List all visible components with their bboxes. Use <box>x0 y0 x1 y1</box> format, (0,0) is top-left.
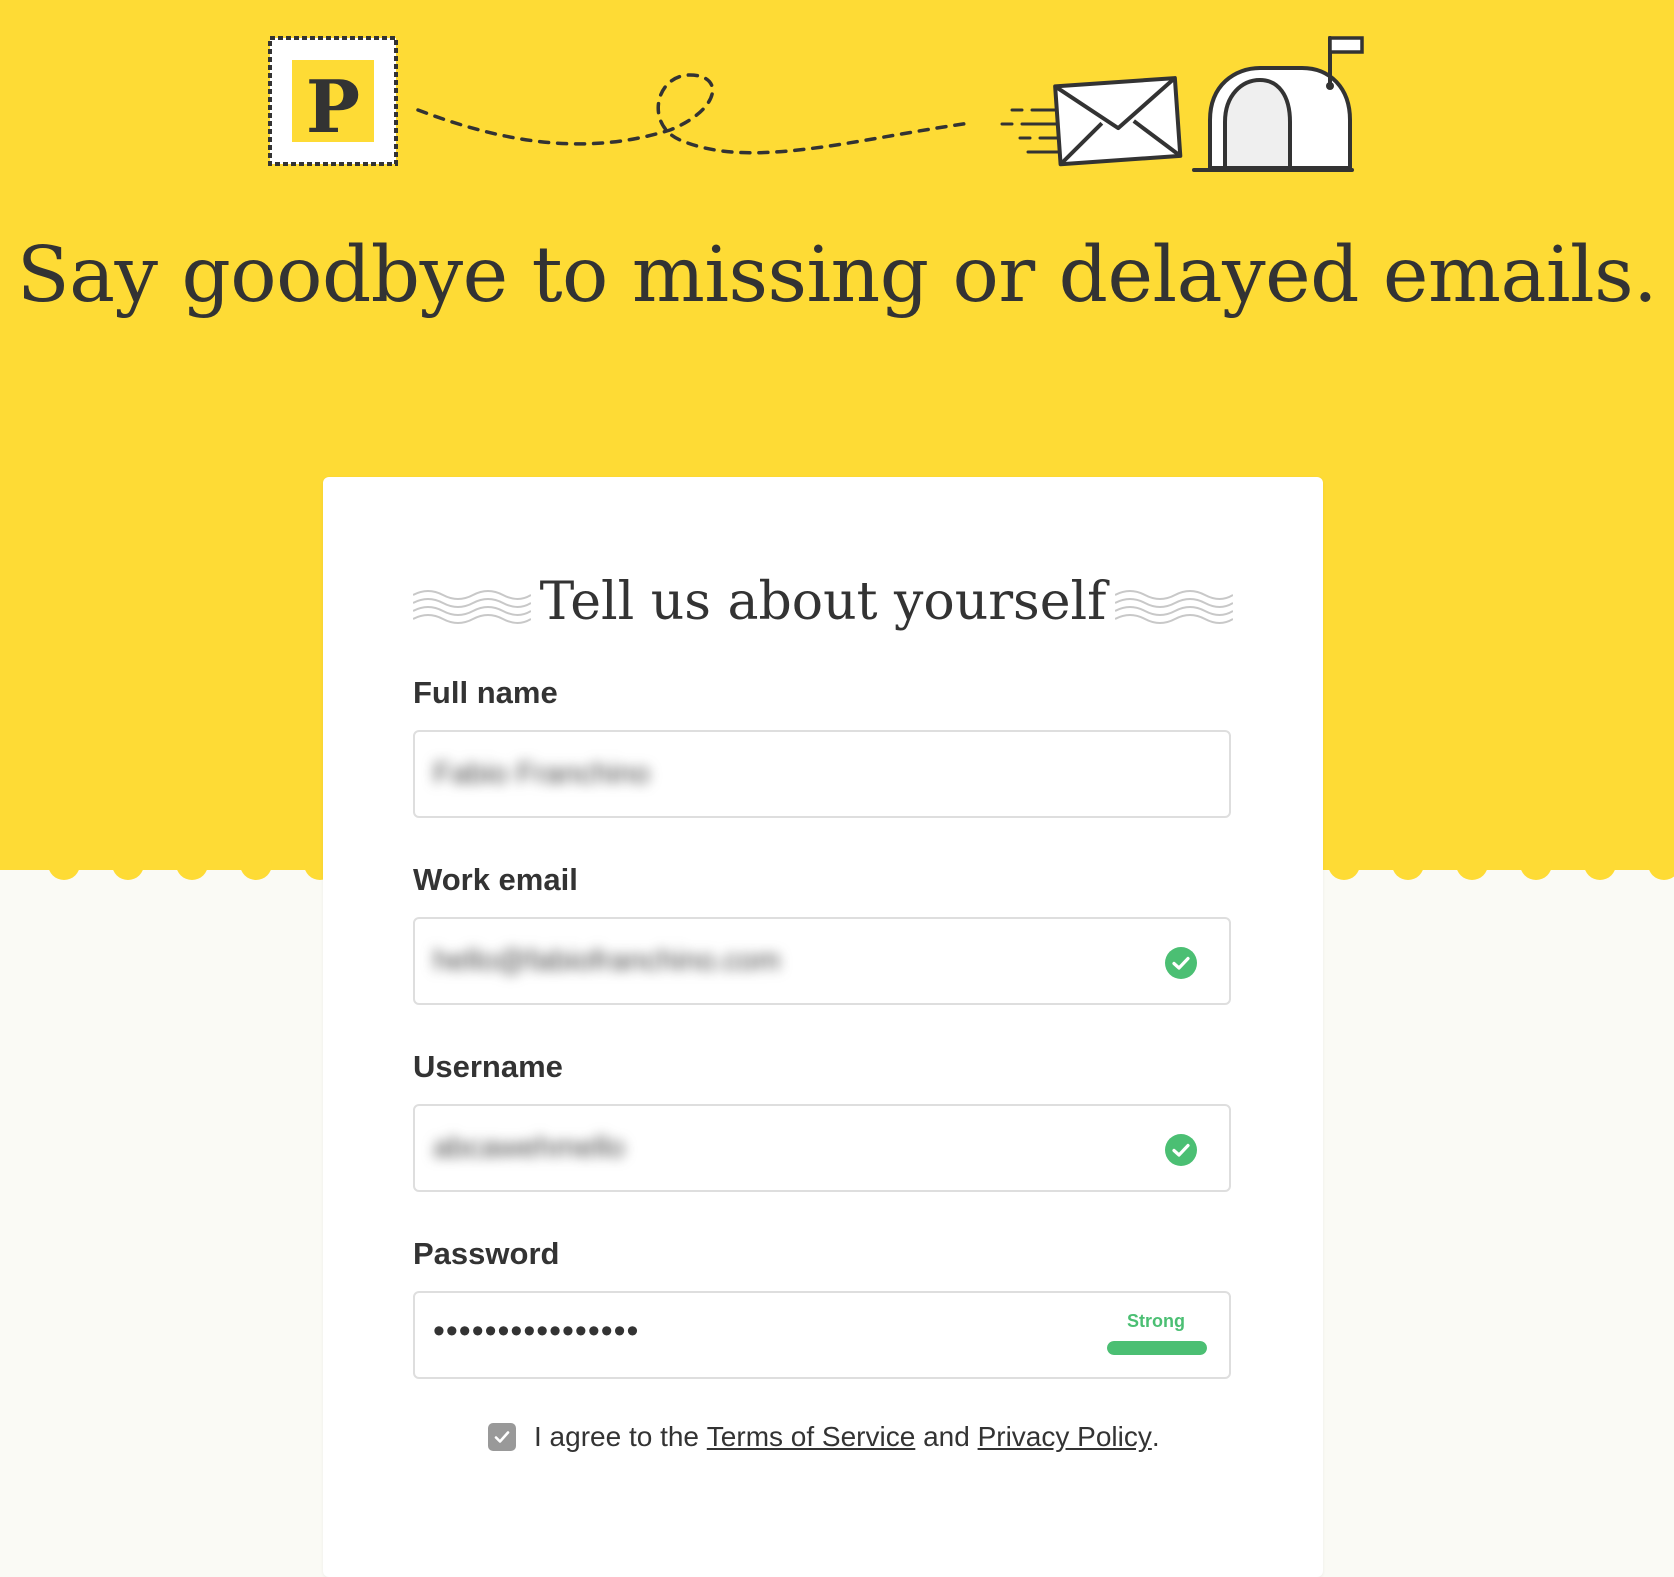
agreement-prefix: I agree to the <box>534 1421 707 1452</box>
check-circle-icon <box>1165 1134 1197 1166</box>
stamp-letter: P <box>306 64 360 149</box>
dashed-flight-path <box>416 73 972 155</box>
username-field[interactable] <box>413 1104 1231 1192</box>
password-strength-meter <box>1107 1341 1207 1355</box>
wave-decoration-right <box>1115 590 1233 624</box>
full-name-input[interactable] <box>433 732 1073 816</box>
scallop-bump <box>1456 852 1488 880</box>
check-circle-icon <box>1165 947 1197 979</box>
card-heading-row: Tell us about yourself <box>413 567 1233 637</box>
page-headline: Say goodbye to missing or delayed emails… <box>16 231 1658 320</box>
postage-stamp-icon: P <box>268 36 398 166</box>
scallop-bump <box>176 852 208 880</box>
scallop-bump <box>1328 852 1360 880</box>
agreement-row: I agree to the Terms of Service and Priv… <box>488 1420 1160 1454</box>
full-name-field[interactable] <box>413 730 1231 818</box>
full-name-label: Full name <box>413 675 558 710</box>
scallop-bump <box>112 852 144 880</box>
password-label: Password <box>413 1236 560 1271</box>
scallop-bump <box>240 852 272 880</box>
password-strength-fill <box>1107 1341 1207 1355</box>
hero-illustration: P <box>268 36 1364 172</box>
password-strength-label: Strong <box>1127 1311 1185 1331</box>
password-field[interactable]: Strong <box>413 1289 1231 1379</box>
checkmark-icon <box>494 1431 510 1443</box>
agreement-middle: and <box>915 1421 978 1452</box>
username-label: Username <box>413 1049 563 1084</box>
password-input[interactable] <box>433 1289 1073 1373</box>
scallop-bump <box>1584 852 1616 880</box>
mailbox-icon <box>1192 36 1364 172</box>
scallop-bump <box>1648 852 1674 880</box>
form-title: Tell us about yourself <box>539 572 1107 632</box>
scallop-bump <box>1520 852 1552 880</box>
agreement-suffix: . <box>1151 1421 1160 1452</box>
checkbox-checked-icon[interactable] <box>488 1423 516 1451</box>
privacy-policy-link[interactable]: Privacy Policy <box>978 1421 1152 1453</box>
username-input[interactable] <box>433 1106 1073 1190</box>
signup-card: Tell us about yourself Full name Work em… <box>323 477 1323 1577</box>
speed-lines <box>1000 108 1060 154</box>
work-email-field[interactable] <box>413 917 1231 1005</box>
terms-of-service-link[interactable]: Terms of Service <box>707 1421 916 1453</box>
envelope-icon <box>1053 76 1183 167</box>
work-email-input[interactable] <box>433 919 1073 1003</box>
scallop-bump <box>48 852 80 880</box>
work-email-label: Work email <box>413 862 578 897</box>
scallop-bump <box>1392 852 1424 880</box>
